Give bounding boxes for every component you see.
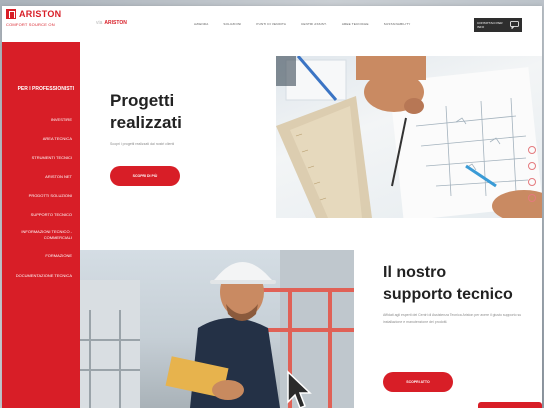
projects-discover-button[interactable]: SCOPRI DI PIÙ [110, 166, 180, 186]
sidebar-item-ariston-net[interactable]: ARISTON NET [4, 167, 74, 186]
top-menu-azienda[interactable]: AZIENDA [194, 22, 208, 26]
top-menu-centri-assist[interactable]: CENTRI ASSIST. [301, 22, 327, 26]
instagram-icon[interactable] [528, 178, 536, 186]
social-float-bar [528, 146, 540, 210]
sidebar-item-documentazione[interactable]: DOCUMENTAZIONE TECNICA [4, 265, 74, 287]
blueprint-illustration [276, 56, 542, 218]
top-navigation: via ARISTON AZIENDA SOLUZIONI PUNTI DI VE… [80, 6, 542, 42]
youtube-icon[interactable] [528, 162, 536, 170]
chat-icon [510, 20, 519, 30]
brand-row: ARISTON [6, 9, 76, 19]
support-body: Affidati agli esperti dei Centri di Assi… [383, 313, 522, 324]
support-title: Il nostro supporto tecnico [383, 262, 542, 306]
contact-cta-label: CONTATTACI PER INFO [477, 21, 503, 29]
support-title-line1: Il nostro [383, 264, 447, 281]
browser-viewport: ARISTON COMFORT SOURCE ON PER I PROFESSI… [2, 6, 542, 408]
sidebar-item-supporto-tecnico[interactable]: SUPPORTO TECNICO [4, 205, 74, 224]
sidebar-item-informazioni[interactable]: INFORMAZIONI TECNICO - COMMERCIALI [4, 224, 74, 246]
brand-logo[interactable]: ARISTON COMFORT SOURCE ON [2, 6, 80, 42]
top-logo-text: ARISTON [104, 20, 127, 26]
ariston-logo-icon [6, 9, 16, 19]
support-discover-button[interactable]: SCOPRI ATTO [383, 372, 453, 392]
projects-subtitle: Scopri i progetti realizzati dai nostri … [110, 142, 175, 146]
blueprint-photo [276, 56, 542, 218]
sidebar: ARISTON COMFORT SOURCE ON PER I PROFESSI… [2, 6, 80, 408]
projects-title: Progetti realizzati [110, 90, 260, 134]
linkedin-icon[interactable] [528, 194, 536, 202]
brand-tagline: COMFORT SOURCE ON [6, 22, 55, 27]
sidebar-item-investire[interactable]: INVESTIRE [4, 110, 74, 129]
mouse-cursor-icon [287, 370, 312, 408]
top-menu-aree-tecniche[interactable]: AREE TECNICHE [342, 22, 369, 26]
sidebar-item-prodotti-soluzioni[interactable]: PRODOTTI SOLUZIONI [4, 186, 74, 205]
sidebar-item-area-tecnica[interactable]: AREA TECNICA [4, 129, 74, 148]
sidebar-nav: INVESTIRE AREA TECNICA STRUMENTI TECNICI… [4, 110, 74, 287]
facebook-icon[interactable] [528, 146, 536, 154]
projects-title-line1: Progetti [110, 91, 175, 110]
top-logo[interactable]: via ARISTON [96, 20, 127, 26]
top-menu-punti-vendita[interactable]: PUNTI DI VENDITA [256, 22, 286, 26]
chat-widget-tab[interactable] [478, 402, 542, 408]
top-menu-soluzioni[interactable]: SOLUZIONI [223, 22, 241, 26]
brand-name: ARISTON [19, 9, 62, 19]
sidebar-item-strumenti-tecnici[interactable]: STRUMENTI TECNICI [4, 148, 74, 167]
projects-title-line2: realizzati [110, 113, 182, 132]
sidebar-item-formazione[interactable]: FORMAZIONE [4, 246, 74, 265]
sidebar-heading: PER I PROFESSIONISTI [17, 86, 74, 92]
top-menu-sustainability[interactable]: SUSTAINABILITY [384, 22, 411, 26]
technician-photo [80, 250, 354, 408]
contact-cta-button[interactable]: CONTATTACI PER INFO [474, 18, 522, 32]
support-title-line2: supporto tecnico [383, 286, 513, 303]
top-logo-prefix: via [96, 20, 103, 26]
top-menu: AZIENDA SOLUZIONI PUNTI DI VENDITA CENTR… [194, 22, 411, 26]
technician-illustration [80, 250, 354, 408]
